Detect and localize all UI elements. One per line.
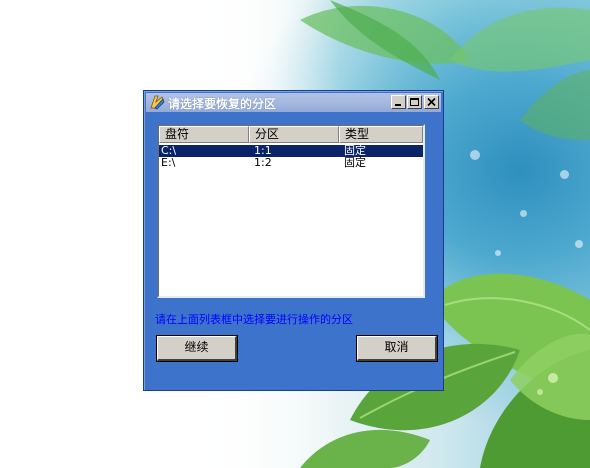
partition-cell: 1:2 xyxy=(254,156,272,169)
list-item[interactable]: E:\ 1:2 固定 xyxy=(159,157,423,169)
cancel-button[interactable]: 取消 xyxy=(357,336,437,361)
maximize-button[interactable] xyxy=(407,95,422,109)
partition-list[interactable]: 盘符 分区 类型 C:\ 1:1 固定 E:\ 1:2 固定 xyxy=(157,124,425,298)
instruction-text: 请在上面列表框中选择要进行操作的分区 xyxy=(155,313,353,326)
maximize-icon xyxy=(410,98,419,106)
title-bar[interactable]: 请选择要恢复的分区 xyxy=(146,93,441,112)
list-item[interactable]: C:\ 1:1 固定 xyxy=(159,145,423,157)
type-cell: 固定 xyxy=(344,156,366,169)
column-header-type[interactable]: 类型 xyxy=(339,126,423,143)
continue-button[interactable]: 继续 xyxy=(157,336,237,361)
list-header: 盘符 分区 类型 xyxy=(159,126,423,143)
minimize-button[interactable] xyxy=(391,95,406,109)
minimize-icon xyxy=(395,104,401,106)
app-icon xyxy=(150,95,165,110)
close-icon xyxy=(427,97,436,107)
column-header-partition[interactable]: 分区 xyxy=(249,126,339,143)
partition-restore-dialog: 请选择要恢复的分区 盘符 分区 类型 C:\ 1:1 固定 E:\ 1:2 固定… xyxy=(143,90,444,391)
window-title: 请选择要恢复的分区 xyxy=(168,97,277,111)
close-button[interactable] xyxy=(424,95,439,109)
column-header-drive[interactable]: 盘符 xyxy=(159,126,249,143)
drive-cell: E:\ xyxy=(161,156,176,169)
